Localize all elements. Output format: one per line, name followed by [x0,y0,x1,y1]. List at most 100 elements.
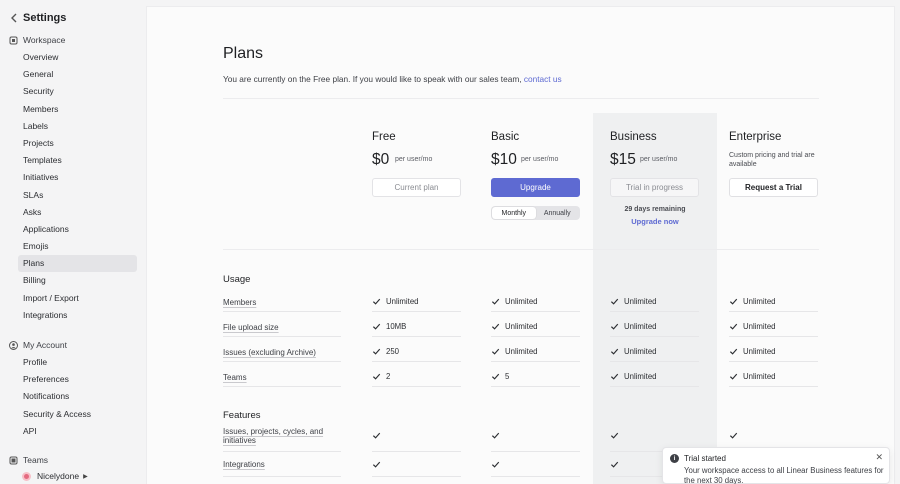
teams-label: Teams [23,455,49,465]
contact-us-link[interactable]: contact us [524,74,562,84]
settings-title: Settings [23,12,67,24]
team-name: Nicelydone [37,471,80,481]
check-icon [491,432,500,439]
sidebar-item-initiatives[interactable]: Initiatives [18,169,137,186]
sidebar-item-profile[interactable]: Profile [18,354,137,371]
sidebar-item-general[interactable]: General [18,66,137,83]
usage-cell: 10MB [372,322,406,331]
plan-name-business: Business [610,131,657,143]
sidebar-item-integrations[interactable]: Integrations [18,307,137,324]
sidebar-item-preferences[interactable]: Preferences [18,371,137,388]
usage-value: Unlimited [743,322,776,331]
usage-row-label: Teams [223,373,247,382]
row-divider [223,386,341,387]
row-divider [491,476,580,477]
workspace-nav: Overview General Security Members Labels Proj… [18,49,137,324]
sidebar-item-security-access[interactable]: Security & Access [18,406,137,423]
toggle-annually[interactable]: Annually [536,207,580,219]
description-text: You are currently on the Free plan. If y… [223,74,524,84]
close-icon[interactable]: ✕ [875,452,883,463]
check-icon [491,323,500,330]
check-icon [491,298,500,305]
sidebar-item-applications[interactable]: Applications [18,221,137,238]
usage-cell: Unlimited [372,297,419,306]
row-divider [223,336,341,337]
check-icon [729,348,738,355]
teams-icon [8,455,18,465]
usage-cell: 250 [372,347,399,356]
check-icon [729,432,738,439]
usage-cell: 5 [491,372,509,381]
usage-value: 2 [386,372,391,381]
info-icon: i [670,454,679,463]
usage-cell: Unlimited [729,322,776,331]
row-divider [729,311,818,312]
row-divider [729,361,818,362]
sidebar-item-projects[interactable]: Projects [18,135,137,152]
usage-row-label: Issues (excluding Archive) [223,348,316,357]
sidebar-item-labels[interactable]: Labels [18,118,137,135]
check-icon [729,323,738,330]
workspace-icon [8,35,18,45]
sidebar-item-billing[interactable]: Billing [18,272,137,289]
usage-row-label: File upload size [223,323,279,332]
toast-body: Your workspace access to all Linear Busi… [684,466,884,484]
settings-header[interactable]: Settings [8,10,66,26]
usage-title: Usage [223,274,251,285]
workspace-section-header[interactable]: Workspace [8,33,65,47]
sidebar-item-api[interactable]: API [18,423,137,440]
row-divider [223,476,341,477]
toggle-monthly[interactable]: Monthly [492,207,536,219]
usage-cell: Unlimited [491,347,538,356]
request-trial-button[interactable]: Request a Trial [729,178,818,197]
sidebar-item-notifications[interactable]: Notifications [18,388,137,405]
upgrade-button[interactable]: Upgrade [491,178,580,197]
usage-value: Unlimited [624,297,657,306]
usage-value: Unlimited [386,297,419,306]
sidebar-item-asks[interactable]: Asks [18,204,137,221]
sidebar-item-security[interactable]: Security [18,83,137,100]
usage-cell: Unlimited [491,297,538,306]
my-account-section-header[interactable]: My Account [8,338,67,352]
back-chevron-icon[interactable] [8,12,20,24]
row-divider [372,451,461,452]
sidebar-item-templates[interactable]: Templates [18,152,137,169]
sidebar-item-overview[interactable]: Overview [18,49,137,66]
enterprise-note: Custom pricing and trial are available [729,152,815,168]
usage-cell: 2 [372,372,390,381]
feature-check-cell [491,431,505,440]
sidebar-item-import-export[interactable]: Import / Export [18,290,137,307]
check-icon [491,348,500,355]
sidebar-item-members[interactable]: Members [18,101,137,118]
check-icon [372,461,381,468]
usage-cell: Unlimited [610,297,657,306]
toast-title: Trial started [684,454,726,463]
sidebar-item-plans[interactable]: Plans [18,255,137,273]
feature-check-cell [372,431,386,440]
usage-value: 10MB [386,322,407,331]
teams-section-header[interactable]: Teams [8,453,48,467]
current-plan-button[interactable]: Current plan [372,178,461,197]
trial-days-remaining: 29 days remaining [624,206,686,213]
billing-period-toggle[interactable]: Monthly Annually [491,206,580,220]
usage-value: Unlimited [743,372,776,381]
row-divider [223,451,341,452]
plans-panel: Plans You are currently on the Free plan… [146,6,895,484]
per-user-free: per user/mo [395,156,433,163]
row-divider [729,386,818,387]
row-divider [223,311,341,312]
check-icon [610,461,619,468]
sidebar-item-emojis[interactable]: Emojis [18,238,137,255]
sidebar-item-slas[interactable]: SLAs [18,187,137,204]
usage-value: Unlimited [624,347,657,356]
divider [223,249,819,250]
workspace-label: Workspace [23,35,66,45]
check-icon [610,298,619,305]
trial-in-progress-button[interactable]: Trial in progress [610,178,699,197]
row-divider [610,361,699,362]
check-icon [372,298,381,305]
row-divider [372,361,461,362]
team-item-nicelydone[interactable]: Nicelydone ▶ [22,471,88,481]
row-divider [372,476,461,477]
upgrade-now-link[interactable]: Upgrade now [593,217,717,226]
